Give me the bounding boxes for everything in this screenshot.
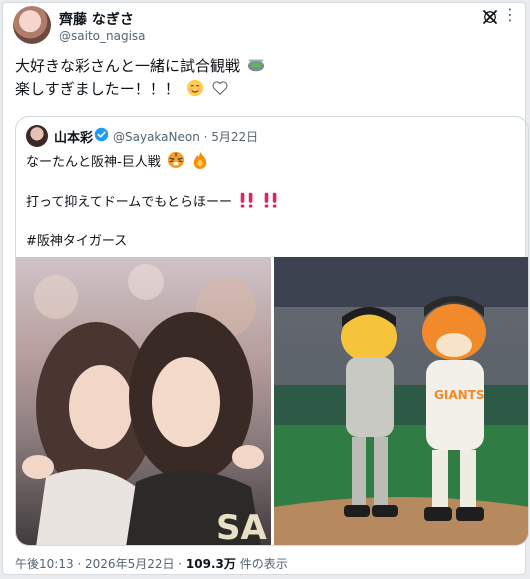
- tiger-emoji-icon: [167, 151, 184, 169]
- quote-text: なーたんと阪神-巨人戦 打って抑えてドームでもとらほーー #阪神タイガース: [26, 151, 516, 253]
- post-timestamp[interactable]: 午後10:13 · 2026年5月22日 ·: [15, 557, 186, 571]
- double-exclamation-emoji-icon: [240, 192, 253, 208]
- view-count-label: 件の表示: [235, 557, 288, 571]
- selfie-illustration: SA: [22, 264, 267, 546]
- stadium-emoji-icon: [247, 59, 264, 72]
- mascot-photo[interactable]: GIANTS: [274, 257, 528, 545]
- fire-emoji-icon: [193, 151, 207, 169]
- author-name[interactable]: 齊藤 なぎさ: [59, 9, 134, 29]
- quote-author-handle[interactable]: @SayakaNeon · 5月22日: [113, 128, 258, 145]
- quote-author-avatar[interactable]: [26, 125, 48, 147]
- post-meta: 午後10:13 · 2026年5月22日 · 109.3万 件の表示: [15, 555, 288, 572]
- post-text-line2: 楽しすぎましたー！！！: [15, 80, 180, 98]
- svg-text:GIANTS: GIANTS: [434, 388, 484, 402]
- quoted-post[interactable]: 山本彩 @SayakaNeon · 5月22日 なーたんと阪神-巨人戦 打って抑…: [15, 116, 529, 546]
- smiling-face-emoji-icon: [187, 79, 204, 97]
- more-options-icon[interactable]: ⋮: [502, 5, 519, 24]
- verified-badge-icon: [94, 127, 109, 142]
- post-text: 大好きな彩さんと一緒に試合観戦 楽しすぎましたー！！！: [15, 55, 515, 101]
- post-text-line1: 大好きな彩さんと一緒に試合観戦: [15, 57, 241, 75]
- selfie-photo[interactable]: SA: [16, 257, 271, 546]
- quote-line1: なーたんと阪神-巨人戦: [26, 155, 161, 170]
- post-card: 齊藤 なぎさ @saito_nagisa ⋮ 大好きな彩さんと一緒に試合観戦 楽…: [2, 2, 529, 575]
- double-exclamation-emoji-icon: [265, 192, 277, 208]
- x-logo-icon: [483, 10, 497, 24]
- quote-line2: 打って抑えてドームでもとらほーー: [26, 195, 233, 210]
- quote-author-name[interactable]: 山本彩: [54, 127, 93, 146]
- mascot-illustration: GIANTS: [274, 257, 528, 545]
- quote-hashtag[interactable]: #阪神タイガース: [26, 234, 127, 249]
- view-count: 109.3万: [185, 557, 236, 571]
- white-heart-emoji-icon: [212, 81, 228, 96]
- svg-text:SA: SA: [216, 508, 267, 546]
- author-avatar[interactable]: [13, 6, 51, 44]
- author-handle[interactable]: @saito_nagisa: [59, 29, 146, 43]
